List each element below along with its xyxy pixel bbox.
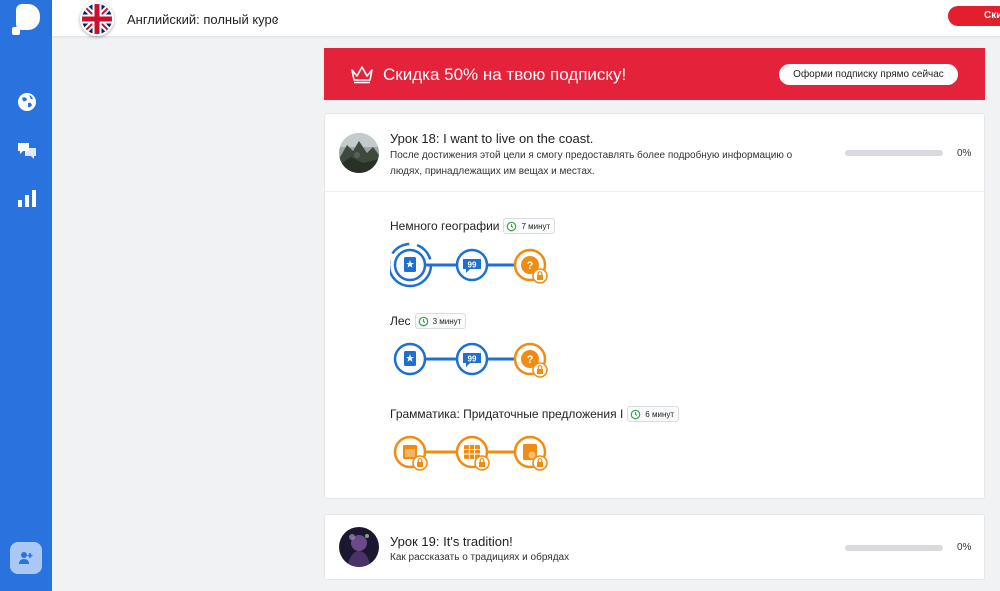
- quiz-node[interactable]: ?: [513, 248, 548, 284]
- skill-header: Грамматика: Придаточные предложения I 6 …: [390, 406, 680, 422]
- subscribe-button[interactable]: Оформи подписку прямо сейчас: [779, 64, 958, 85]
- duration-badge: 7 минут: [503, 218, 556, 234]
- lesson-progress-label: 0%: [957, 542, 972, 553]
- skill-header: Немного географии 7 минут: [390, 218, 556, 234]
- skill-header: Лес 3 минут: [390, 313, 467, 329]
- app-logo[interactable]: [12, 4, 40, 35]
- chat-icon[interactable]: [16, 139, 38, 161]
- skill-name[interactable]: Немного географии: [390, 219, 499, 233]
- lesson-avatar: [339, 527, 379, 567]
- skill-name[interactable]: Грамматика: Придаточные предложения I: [390, 407, 623, 421]
- discount-button[interactable]: Скидка: [948, 6, 1000, 26]
- lesson-card: Урок 19: It's tradition! Как рассказать …: [324, 514, 985, 580]
- skill-name[interactable]: Лес: [390, 314, 411, 328]
- stats-icon[interactable]: [16, 187, 38, 209]
- duration-text: 3 минут: [432, 316, 462, 326]
- flashcard-node[interactable]: [390, 242, 433, 288]
- add-user-button[interactable]: [10, 542, 42, 574]
- clock-icon: [507, 221, 517, 231]
- promo-banner: Скидка 50% на твою подписку! Оформи подп…: [324, 48, 985, 100]
- course-title[interactable]: Английский: полный курс: [127, 12, 278, 27]
- svg-text:?: ?: [527, 354, 534, 366]
- dialog-node[interactable]: 99: [455, 342, 489, 376]
- skill-path: 99 ?: [390, 334, 560, 384]
- clock-icon: [630, 409, 641, 419]
- duration-text: 6 минут: [645, 409, 675, 419]
- grammar-check-node[interactable]: [513, 435, 548, 471]
- skill-path: [390, 427, 560, 477]
- lesson-card: Урок 18: I want to live on the coast. По…: [324, 113, 985, 499]
- clock-icon: [418, 316, 428, 326]
- grammar-node[interactable]: [393, 435, 428, 471]
- uk-flag-icon[interactable]: [80, 2, 114, 36]
- lesson-progress-bar: [845, 545, 943, 551]
- svg-text:99: 99: [468, 261, 477, 270]
- duration-badge: 6 минут: [627, 406, 680, 422]
- globe-icon[interactable]: [16, 91, 38, 113]
- promo-text: Скидка 50% на твою подписку!: [383, 65, 627, 84]
- svg-text:99: 99: [468, 355, 477, 364]
- flashcard-node[interactable]: [393, 342, 427, 376]
- lesson-avatar: [339, 133, 379, 173]
- quiz-node[interactable]: ?: [513, 342, 548, 378]
- add-user-icon: [19, 552, 33, 564]
- lesson-title[interactable]: Урок 18: I want to live on the coast.: [390, 131, 593, 146]
- dialog-node[interactable]: 99: [455, 248, 489, 282]
- grammar-table-node[interactable]: [455, 435, 490, 471]
- chevron-right-icon[interactable]: ›: [274, 10, 279, 26]
- sidebar: [0, 0, 52, 591]
- crown-icon: [351, 66, 373, 84]
- svg-text:?: ?: [527, 260, 534, 272]
- lesson-description: После достижения этой цели я смогу предо…: [390, 150, 793, 177]
- lesson-progress-label: 0%: [957, 148, 972, 159]
- lesson-title[interactable]: Урок 19: It's tradition!: [390, 534, 513, 549]
- top-bar: Английский: полный курс › Скидка: [52, 0, 1000, 36]
- lesson-progress-bar: [845, 150, 943, 156]
- duration-text: 7 минут: [521, 221, 551, 231]
- divider: [325, 191, 984, 192]
- skill-path: 99 ?: [390, 240, 560, 290]
- lesson-description: Как рассказать о традициях и обрядах: [390, 552, 570, 563]
- duration-badge: 3 минут: [414, 313, 467, 329]
